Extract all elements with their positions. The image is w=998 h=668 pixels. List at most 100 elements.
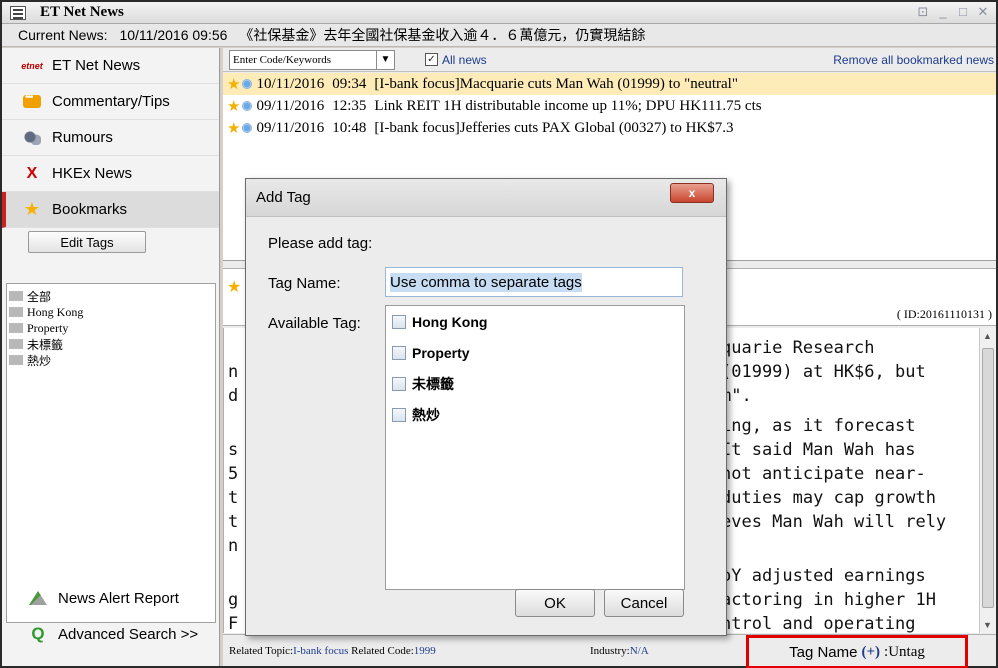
- star-icon: ★: [23, 199, 41, 219]
- sidebar-item-label: Advanced Search >>: [58, 625, 199, 643]
- sidebar-item-hkex-news[interactable]: X HKEx News: [2, 156, 219, 192]
- news-headline: [I-bank focus]Jefferies cuts PAX Global …: [374, 119, 734, 136]
- article-scrollbar[interactable]: ▲ ▼: [979, 328, 996, 633]
- dialog-body: Please add tag: Tag Name: Use comma to s…: [246, 217, 726, 635]
- edit-tags-button[interactable]: Edit Tags: [28, 231, 146, 253]
- sidebar-item-bookmarks[interactable]: ★ Bookmarks: [2, 192, 219, 228]
- industry-label: Industry:: [590, 645, 630, 657]
- sidebar-item-rumours[interactable]: Rumours: [2, 120, 219, 156]
- tag-name-input[interactable]: Use comma to separate tags: [385, 267, 683, 297]
- etnet-icon: etnet: [21, 60, 43, 71]
- article-text: d: [228, 386, 239, 406]
- radio-icon: [242, 101, 253, 111]
- search-icon: Q: [31, 624, 45, 643]
- related-topic-link[interactable]: I-bank focus: [293, 645, 348, 657]
- tag-checkbox[interactable]: [392, 314, 406, 329]
- star-icon[interactable]: ★: [227, 75, 240, 94]
- close-icon[interactable]: ✕: [976, 4, 990, 20]
- ticker-label: Current News:: [18, 27, 108, 43]
- tree-item[interactable]: 未標籤: [9, 336, 213, 352]
- folder-icon: [9, 307, 23, 317]
- article-text: 5: [228, 464, 239, 484]
- scroll-thumb[interactable]: [982, 348, 994, 608]
- tree-item[interactable]: Hong Kong: [9, 304, 213, 320]
- available-tag-item[interactable]: 熱炒: [386, 399, 684, 430]
- window-title: ET Net News: [40, 4, 124, 20]
- edit-tags-row: Edit Tags: [2, 228, 219, 256]
- tree-item[interactable]: 熱炒: [9, 352, 213, 368]
- remove-all-bookmarks-link[interactable]: Remove all bookmarked news: [833, 53, 994, 67]
- star-icon[interactable]: ★: [227, 97, 240, 116]
- status-bar: Related Topic:I-bank focus Related Code:…: [223, 634, 996, 668]
- tree-item-label: 全部: [27, 289, 52, 304]
- alert-icon: [28, 590, 48, 606]
- news-alert-report-link[interactable]: News Alert Report: [2, 580, 220, 616]
- add-tag-button[interactable]: (+): [862, 644, 881, 661]
- news-row[interactable]: ★ 09/11/2016 12:35 Link REIT 1H distribu…: [223, 95, 996, 117]
- tree-item[interactable]: Property: [9, 320, 213, 336]
- ok-button[interactable]: OK: [515, 589, 595, 617]
- industry-info: Industry:N/A: [590, 645, 649, 657]
- available-tag-item[interactable]: Hong Kong: [386, 306, 684, 337]
- star-icon[interactable]: ★: [227, 277, 241, 297]
- folder-icon: [9, 339, 23, 349]
- news-time: 12:35: [332, 97, 367, 114]
- add-tag-dialog: Add Tag x Please add tag: Tag Name: Use …: [245, 178, 727, 636]
- tag-checkbox[interactable]: [392, 345, 406, 360]
- scroll-down-icon[interactable]: ▼: [983, 620, 992, 630]
- window-controls: ⊡ _ □ ✕: [916, 4, 990, 20]
- tag-label: Hong Kong: [412, 313, 488, 330]
- ticker-headline[interactable]: 《社保基金》去年全國社保基金收入逾４．６萬億元，仍實現結餘: [239, 25, 645, 45]
- available-tag-item[interactable]: 未標籤: [386, 368, 684, 399]
- article-text: quarie Research: [721, 338, 875, 358]
- search-input[interactable]: Enter Code/Keywords: [230, 54, 376, 66]
- news-time: 10:48: [332, 119, 367, 136]
- sidebar-item-label: News Alert Report: [58, 589, 179, 607]
- news-row[interactable]: ★ 10/11/2016 09:34 [I-bank focus]Macquar…: [223, 73, 996, 95]
- related-info: Related Topic:I-bank focus Related Code:…: [229, 645, 436, 657]
- restore-icon[interactable]: ⊡: [916, 4, 930, 20]
- tag-label: Property: [412, 344, 470, 361]
- news-date: 09/11/2016: [256, 119, 325, 136]
- tag-checkbox[interactable]: [392, 376, 406, 391]
- maximize-icon[interactable]: □: [956, 4, 970, 20]
- article-text: F: [228, 614, 239, 633]
- sidebar-bottom: News Alert Report Q Advanced Search >>: [2, 580, 220, 652]
- available-tag-item[interactable]: Property: [386, 337, 684, 368]
- article-text: duties may cap growth: [721, 488, 936, 508]
- scroll-up-icon[interactable]: ▲: [983, 331, 992, 341]
- all-news-toggle[interactable]: ✓ All news: [425, 53, 487, 67]
- article-text: t: [228, 488, 239, 508]
- ticker-datetime: 10/11/2016 09:56: [119, 27, 228, 43]
- commentary-icon: [22, 92, 42, 110]
- tag-checkbox[interactable]: [392, 407, 406, 422]
- tag-name-placeholder: Use comma to separate tags: [390, 272, 582, 292]
- article-text: oY adjusted earnings: [721, 566, 926, 586]
- star-icon[interactable]: ★: [227, 119, 240, 138]
- search-combo[interactable]: Enter Code/Keywords ▼: [229, 49, 395, 70]
- folder-icon: [9, 291, 23, 301]
- chevron-down-icon[interactable]: ▼: [376, 50, 394, 69]
- industry-value[interactable]: N/A: [630, 645, 649, 657]
- dialog-close-button[interactable]: x: [670, 183, 714, 203]
- dialog-title: Add Tag: [256, 189, 311, 206]
- news-row[interactable]: ★ 09/11/2016 10:48 [I-bank focus]Jefferi…: [223, 117, 996, 139]
- sidebar-item-commentary[interactable]: Commentary/Tips: [2, 84, 219, 120]
- article-text: actoring in higher 1H: [721, 590, 936, 610]
- news-ticker[interactable]: Current News: 10/11/2016 09:56 《社保基金》去年全…: [2, 24, 996, 47]
- tree-item[interactable]: 全部: [9, 288, 213, 304]
- cancel-button[interactable]: Cancel: [604, 589, 684, 617]
- article-text: ing, as it forecast: [721, 416, 916, 436]
- all-news-checkbox[interactable]: ✓: [425, 53, 438, 66]
- related-code-link[interactable]: 1999: [414, 645, 436, 657]
- sidebar-item-et-net-news[interactable]: etnet ET Net News: [2, 48, 219, 84]
- tag-name-control[interactable]: Tag Name (+) :Untag: [746, 635, 968, 668]
- advanced-search-link[interactable]: Q Advanced Search >>: [2, 616, 220, 652]
- tree-item-label: Property: [27, 320, 69, 335]
- hkex-icon: X: [26, 164, 38, 182]
- article-text: It said Man Wah has: [721, 440, 916, 460]
- minimize-icon[interactable]: _: [936, 4, 950, 20]
- news-headline: Link REIT 1H distributable income up 11%…: [374, 97, 762, 114]
- title-bar: ET Net News ⊡ _ □ ✕: [2, 2, 996, 24]
- news-headline: [I-bank focus]Macquarie cuts Man Wah (01…: [374, 75, 738, 92]
